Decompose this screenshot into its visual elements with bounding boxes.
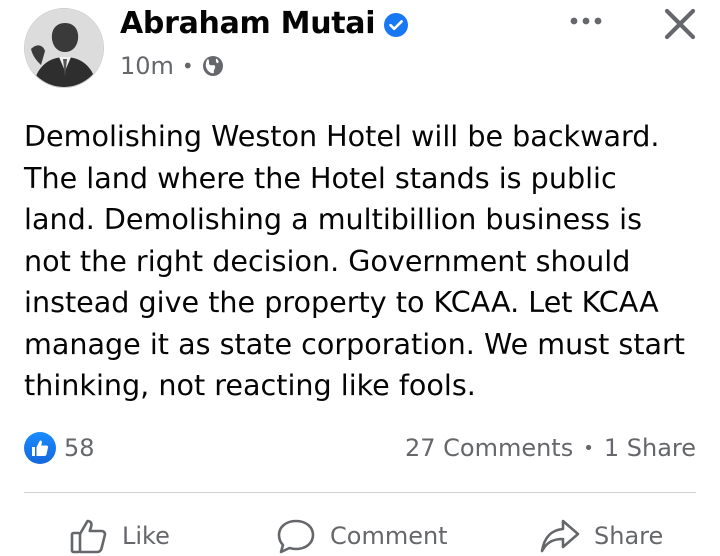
engagement-stats: 27 Comments • 1 Share bbox=[405, 434, 696, 462]
stats-separator: • bbox=[583, 437, 594, 459]
author-name-row: Abraham Mutai bbox=[120, 6, 409, 41]
like-reaction-icon bbox=[24, 432, 56, 464]
post-text-line: The land where the Hotel stands is publi… bbox=[24, 160, 617, 195]
post-text-line: thinking, not reacting like fools. bbox=[24, 368, 476, 402]
avatar-photo bbox=[25, 9, 103, 87]
post-actions-bar: Like Comment Share bbox=[0, 510, 720, 556]
close-button[interactable] bbox=[658, 4, 702, 44]
like-button[interactable]: Like bbox=[70, 518, 170, 554]
shares-count[interactable]: 1 Share bbox=[604, 434, 696, 462]
close-icon bbox=[664, 8, 696, 40]
meta-separator: • bbox=[181, 54, 194, 78]
post-meta: 10m • bbox=[120, 52, 224, 80]
comment-button[interactable]: Comment bbox=[276, 518, 448, 554]
more-options-icon bbox=[570, 17, 602, 25]
comment-label: Comment bbox=[330, 522, 448, 550]
comments-count[interactable]: 27 Comments bbox=[405, 434, 573, 462]
author-avatar[interactable] bbox=[24, 8, 104, 88]
thumbs-up-icon bbox=[70, 519, 107, 554]
share-label: Share bbox=[594, 522, 664, 550]
more-options-button[interactable] bbox=[566, 6, 606, 36]
divider bbox=[24, 492, 696, 493]
post-text-line: manage it as state corporation. We must … bbox=[24, 326, 686, 361]
facebook-post: Abraham Mutai 10m • Demolishing Weston H… bbox=[0, 0, 720, 556]
post-text: Demolishing Weston Hotel will be backwar… bbox=[24, 116, 704, 407]
reaction-count: 58 bbox=[64, 434, 95, 462]
share-arrow-icon bbox=[540, 519, 580, 553]
author-name[interactable]: Abraham Mutai bbox=[120, 6, 376, 41]
post-text-line: land. Demolishing a multibillion busines… bbox=[24, 202, 642, 236]
verified-badge-icon bbox=[383, 11, 409, 37]
share-button[interactable]: Share bbox=[540, 518, 663, 554]
post-text-line: Demolishing Weston Hotel will be backwar… bbox=[24, 119, 660, 153]
post-text-line: not the right decision. Government shoul… bbox=[24, 243, 631, 278]
like-label: Like bbox=[122, 522, 170, 550]
globe-icon bbox=[202, 55, 224, 77]
reactions-summary[interactable]: 58 bbox=[24, 432, 95, 464]
post-text-line: instead give the property to KCAA. Let K… bbox=[24, 285, 659, 319]
post-timestamp[interactable]: 10m bbox=[120, 52, 174, 80]
comment-bubble-icon bbox=[277, 519, 315, 554]
